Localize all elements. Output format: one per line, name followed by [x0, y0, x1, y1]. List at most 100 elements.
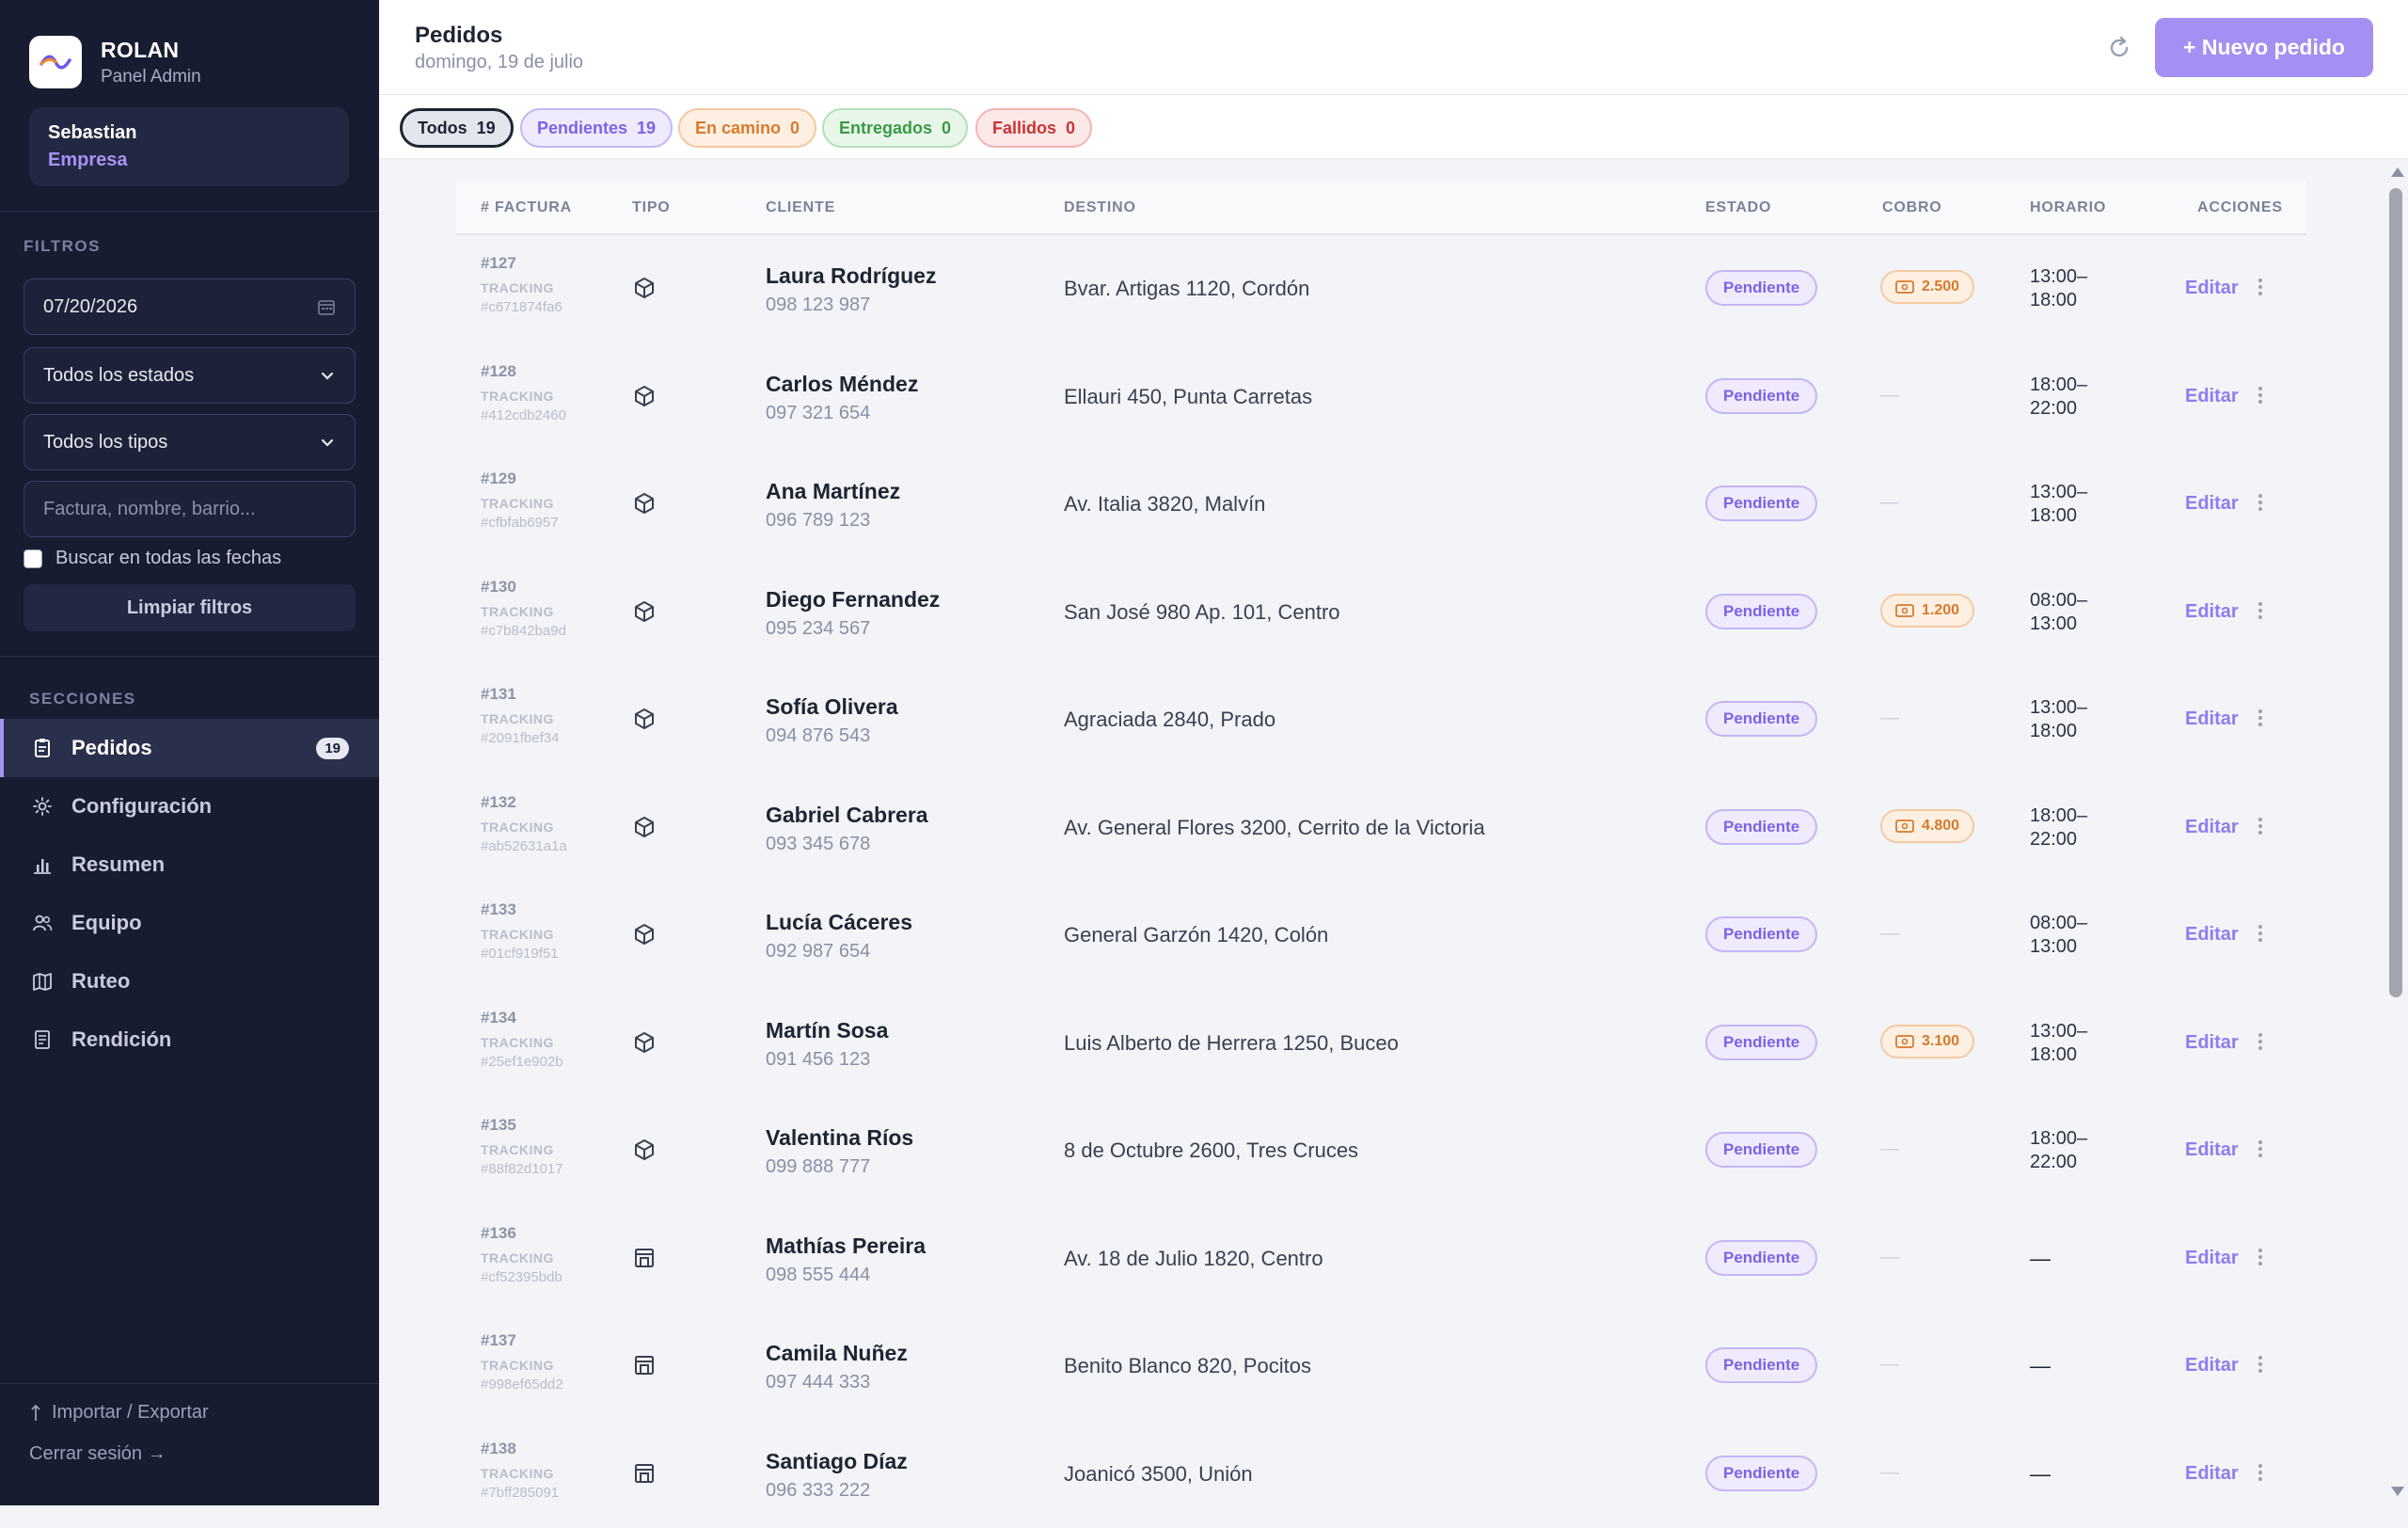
cobro-empty: — [1880, 1247, 1899, 1268]
brand-name: ROLAN [101, 38, 201, 63]
edit-button[interactable]: Editar [2185, 817, 2239, 838]
search-all-dates-checkbox[interactable] [24, 549, 42, 568]
edit-button[interactable]: Editar [2185, 601, 2239, 623]
brand[interactable]: ROLAN Panel Admin [29, 36, 201, 88]
more-options-icon[interactable] [2258, 600, 2263, 626]
destination: San José 980 Ap. 101, Centro [1064, 600, 1340, 625]
type-select[interactable]: Todos los tipos [24, 414, 356, 470]
scrollbar-thumb[interactable] [2389, 188, 2402, 997]
edit-button[interactable]: Editar [2185, 386, 2239, 407]
edit-button[interactable]: Editar [2185, 1139, 2239, 1161]
table-row[interactable]: #132 TRACKING #ab52631a1a Gabriel Cabrer… [456, 774, 2306, 883]
table-row[interactable]: #127 TRACKING #c671874fa6 Laura Rodrígue… [456, 235, 2306, 343]
more-options-icon[interactable] [2258, 492, 2263, 517]
tracking-label: TRACKING [481, 600, 566, 623]
tab-en-camino[interactable]: En camino0 [678, 108, 816, 148]
more-options-icon[interactable] [2258, 923, 2263, 948]
table-row[interactable]: #129 TRACKING #cfbfab6957 Ana Martínez 0… [456, 451, 2306, 559]
horario-cell: — [2030, 1462, 2051, 1487]
table-row[interactable]: #135 TRACKING #88f82d1017 Valentina Ríos… [456, 1097, 2306, 1205]
map-icon [32, 971, 53, 992]
cobro-badge: 1.200 [1880, 594, 1974, 628]
sidebar-item-resumen[interactable]: Resumen [0, 836, 379, 894]
sidebar-item-pedidos[interactable]: Pedidos 19 [0, 719, 379, 777]
client-phone: 097 444 333 [766, 1372, 908, 1393]
table-row[interactable]: #134 TRACKING #25ef1e902b Martín Sosa 09… [456, 990, 2306, 1098]
table-row[interactable]: #131 TRACKING #2091fbef34 Sofía Olivera … [456, 666, 2306, 774]
tab-count: 0 [942, 119, 951, 138]
cobro-cell: — [1880, 923, 1899, 945]
horario-cell: 08:00–13:00 [2030, 912, 2087, 959]
client-cell: Diego Fernandez 095 234 567 [766, 587, 940, 640]
clipboard-icon [32, 738, 53, 758]
search-all-dates-row[interactable]: Buscar en todas las fechas [24, 548, 281, 569]
tab-todos[interactable]: Todos19 [400, 108, 514, 148]
cobro-cell: — [1880, 708, 1899, 729]
sidebar-item-ruteo[interactable]: Ruteo [0, 952, 379, 1011]
client-cell: Gabriel Cabrera 093 345 678 [766, 803, 928, 855]
user-card[interactable]: Sebastian Empresa [29, 107, 349, 186]
tracking-id: #2091fbef34 [481, 730, 559, 746]
tab-entregados[interactable]: Entregados0 [822, 108, 968, 148]
edit-button[interactable]: Editar [2185, 1355, 2239, 1377]
horario-end: 18:00 [2030, 504, 2087, 528]
table-row[interactable]: #133 TRACKING #01cf919f51 Lucía Cáceres … [456, 882, 2306, 990]
edit-button[interactable]: Editar [2185, 493, 2239, 515]
more-options-icon[interactable] [2258, 816, 2263, 841]
tab-fallidos[interactable]: Fallidos0 [975, 108, 1092, 148]
clear-filters-button[interactable]: Limpiar filtros [24, 584, 356, 631]
tab-count: 19 [637, 119, 656, 138]
tab-pendientes[interactable]: Pendientes19 [520, 108, 673, 148]
sidebar-item-equipo[interactable]: Equipo [0, 894, 379, 952]
table-row[interactable]: #128 TRACKING #412cdb2460 Carlos Méndez … [456, 343, 2306, 452]
sidebar-item-rendicion[interactable]: Rendición [0, 1011, 379, 1069]
new-order-button[interactable]: + Nuevo pedido [2155, 18, 2373, 77]
calendar-icon[interactable] [317, 297, 336, 316]
date-field[interactable]: 07/20/2026 [24, 279, 356, 335]
scroll-down-arrow[interactable] [2391, 1487, 2404, 1496]
sidebar-item-configuracion[interactable]: Configuración [0, 777, 379, 836]
edit-button[interactable]: Editar [2185, 1463, 2239, 1485]
search-input[interactable]: Factura, nombre, barrio... [24, 481, 356, 537]
more-options-icon[interactable] [2258, 1138, 2263, 1164]
table-row[interactable]: #136 TRACKING #cf52395bdb Mathías Pereir… [456, 1205, 2306, 1313]
horario: 18:00–22:00 [2030, 374, 2087, 421]
more-options-icon[interactable] [2258, 1031, 2263, 1057]
status-select[interactable]: Todos los estados [24, 347, 356, 404]
edit-button[interactable]: Editar [2185, 924, 2239, 946]
tab-label: Todos [418, 119, 467, 138]
horario-cell: 18:00–22:00 [2030, 1127, 2087, 1174]
invoice-number: #129 [481, 470, 559, 488]
invoice-cell: #131 TRACKING #2091fbef34 [481, 685, 559, 746]
edit-button[interactable]: Editar [2185, 1032, 2239, 1054]
scroll-up-arrow[interactable] [2391, 167, 2404, 177]
horario: 13:00–18:00 [2030, 265, 2087, 312]
status-cell: Pendiente [1705, 1240, 1817, 1276]
invoice-number: #131 [481, 685, 559, 704]
more-options-icon[interactable] [2258, 1462, 2263, 1488]
more-options-icon[interactable] [2258, 277, 2263, 302]
client-cell: Santiago Díaz 096 333 222 [766, 1449, 908, 1502]
edit-button[interactable]: Editar [2185, 1248, 2239, 1269]
table-row[interactable]: #130 TRACKING #c7b842ba9d Diego Fernande… [456, 559, 2306, 667]
edit-button[interactable]: Editar [2185, 278, 2239, 299]
refresh-icon[interactable] [2103, 32, 2135, 64]
more-options-icon[interactable] [2258, 1247, 2263, 1272]
client-name: Mathías Pereira [766, 1234, 926, 1259]
import-export-link[interactable]: Importar / Exportar [29, 1402, 209, 1424]
store-icon [632, 1353, 657, 1382]
tracking-id: #412cdb2460 [481, 407, 566, 423]
edit-button[interactable]: Editar [2185, 708, 2239, 730]
table-row[interactable]: #137 TRACKING #998ef65dd2 Camila Nuñez 0… [456, 1313, 2306, 1421]
more-options-icon[interactable] [2258, 385, 2263, 410]
more-options-icon[interactable] [2258, 708, 2263, 733]
cobro-cell: — [1880, 1462, 1899, 1484]
cash-icon [1895, 280, 1922, 294]
logout-link[interactable]: Cerrar sesión → [29, 1443, 166, 1465]
table-row[interactable]: #138 TRACKING #7bff285091 Santiago Díaz … [456, 1421, 2306, 1528]
status-badge: Pendiente [1705, 270, 1817, 306]
cobro-amount: 1.200 [1922, 602, 1959, 619]
client-name: Gabriel Cabrera [766, 803, 928, 828]
client-phone: 097 321 654 [766, 403, 918, 424]
more-options-icon[interactable] [2258, 1354, 2263, 1379]
